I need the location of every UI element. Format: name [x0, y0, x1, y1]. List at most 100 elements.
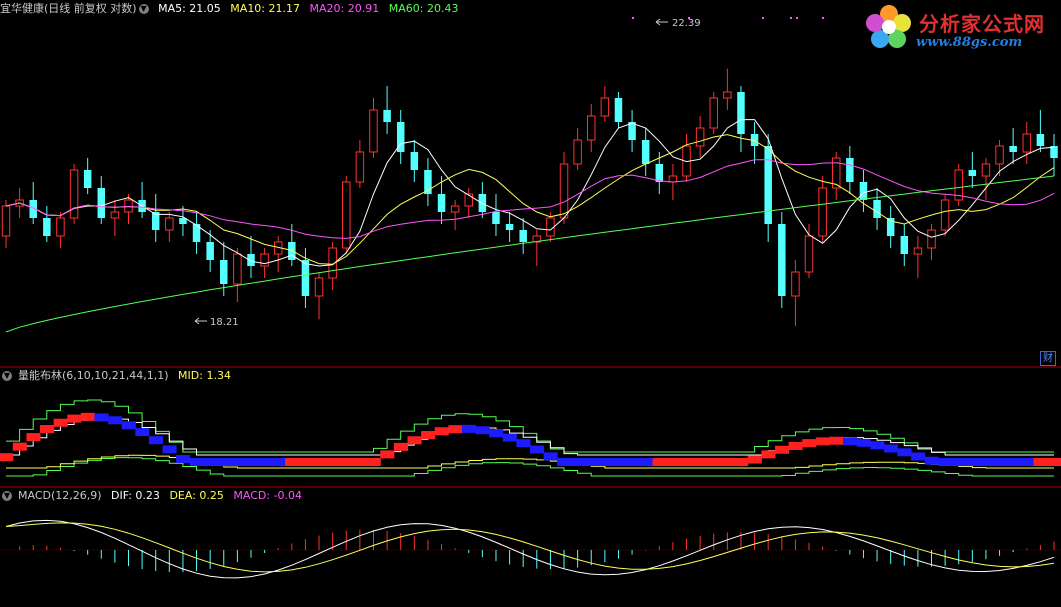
- candle-body: [927, 229, 936, 249]
- mid-block: [938, 458, 953, 466]
- mid-block: [216, 458, 232, 466]
- mid-block: [584, 458, 599, 466]
- finance-button[interactable]: 财: [1040, 351, 1056, 366]
- candle-body: [614, 98, 623, 122]
- candle-body: [1009, 146, 1017, 152]
- candle-body: [668, 175, 678, 183]
- mid-block: [883, 444, 898, 453]
- macd-value: MACD: -0.04: [233, 489, 303, 502]
- mid-block: [148, 436, 164, 445]
- macd-menu-icon[interactable]: ▼: [2, 491, 12, 501]
- mid-block: [611, 458, 626, 466]
- candle-body: [110, 211, 120, 219]
- mid-block: [897, 448, 912, 457]
- candle-body: [804, 235, 814, 273]
- candle-body: [233, 253, 242, 285]
- mid-block: [598, 458, 613, 466]
- candle-body: [519, 230, 527, 242]
- candle-body: [791, 271, 800, 297]
- stock-chart-canvas[interactable]: 22.39 18.21: [0, 0, 1061, 607]
- candle-body: [369, 109, 378, 153]
- mid-block: [244, 458, 259, 466]
- mid-block: [461, 424, 477, 433]
- low-price-label: 18.21: [210, 317, 239, 328]
- candle: [954, 164, 963, 206]
- candle-body: [301, 260, 310, 296]
- candle-body: [859, 182, 868, 200]
- mid-block: [979, 458, 994, 466]
- candle-body: [355, 151, 365, 183]
- candle-body: [641, 140, 650, 164]
- mid-block: [679, 458, 694, 466]
- mid-block: [135, 428, 150, 437]
- candle-body: [981, 163, 991, 177]
- dea-value: DEA: 0.25: [169, 489, 224, 502]
- mid-block: [911, 452, 926, 461]
- mid-block: [271, 458, 286, 466]
- mid-block: [856, 438, 871, 447]
- mid-block: [761, 450, 776, 459]
- mid-block: [176, 454, 191, 463]
- candle-body: [492, 212, 500, 224]
- ma10-value: MA10: 21.17: [230, 2, 301, 15]
- candle-body: [573, 139, 582, 165]
- mid-block: [162, 445, 177, 454]
- mid-block: [965, 458, 980, 466]
- candle-body: [655, 164, 664, 182]
- candle-body: [900, 236, 909, 254]
- mid-block: [189, 458, 204, 466]
- indicator-title: 量能布林(6,10,10,21,44,1,1): [18, 369, 169, 382]
- candle-body: [940, 199, 950, 231]
- mid-block: [366, 458, 381, 466]
- mid-block: [1047, 458, 1061, 466]
- mid-block: [257, 458, 272, 466]
- candle-body: [206, 242, 214, 260]
- mid-block: [353, 458, 368, 466]
- mid-panel-header: ▼ 量能布林(6,10,10,21,44,1,1) MID: 1.34: [0, 368, 237, 384]
- candle-body: [410, 152, 419, 170]
- mid-block: [734, 458, 749, 466]
- mid-block: [298, 458, 313, 466]
- mid-block: [720, 458, 735, 466]
- candle-body: [1022, 133, 1032, 153]
- site-logo: 分析家公式网 www.88gs.com: [862, 2, 1058, 52]
- mid-block: [843, 437, 858, 446]
- mid-block: [434, 427, 449, 436]
- mid-block: [502, 433, 517, 442]
- mid-block: [53, 418, 68, 427]
- candle-body: [450, 205, 460, 213]
- candle-body: [437, 194, 446, 212]
- mid-value: MID: 1.34: [178, 369, 231, 382]
- mid-block: [951, 458, 967, 466]
- ma20-value: MA20: 20.91: [309, 2, 380, 15]
- mid-block: [475, 426, 490, 435]
- mid-block: [0, 453, 14, 462]
- mid-block: [1019, 458, 1035, 466]
- candle-body: [600, 97, 610, 117]
- macd-title: MACD(12,26,9): [18, 489, 102, 502]
- candle-body: [220, 260, 228, 284]
- candle-body: [43, 218, 51, 236]
- candle-body: [764, 146, 772, 224]
- candle-body: [165, 217, 174, 231]
- mid-block: [339, 458, 354, 466]
- candle: [940, 194, 950, 236]
- flower-logo-icon: [866, 5, 911, 48]
- ma60-value: MA60: 20.43: [388, 2, 459, 15]
- panel-menu-icon[interactable]: ▼: [138, 4, 149, 14]
- candle-body: [846, 158, 854, 182]
- mid-block: [815, 437, 830, 446]
- candle: [342, 176, 351, 254]
- stock-title: 宜华健康(日线 前复权 对数): [0, 2, 137, 15]
- mid-block: [666, 458, 681, 466]
- mid-block: [1033, 458, 1048, 466]
- mid-block: [992, 458, 1007, 466]
- mid-block: [108, 416, 123, 425]
- candle-body: [709, 97, 718, 129]
- mid-block: [285, 458, 300, 466]
- mid-block: [638, 458, 653, 466]
- mid-block: [706, 458, 722, 466]
- indicator-menu-icon[interactable]: ▼: [2, 371, 12, 381]
- candle-body: [97, 188, 106, 218]
- mid-block: [325, 458, 340, 466]
